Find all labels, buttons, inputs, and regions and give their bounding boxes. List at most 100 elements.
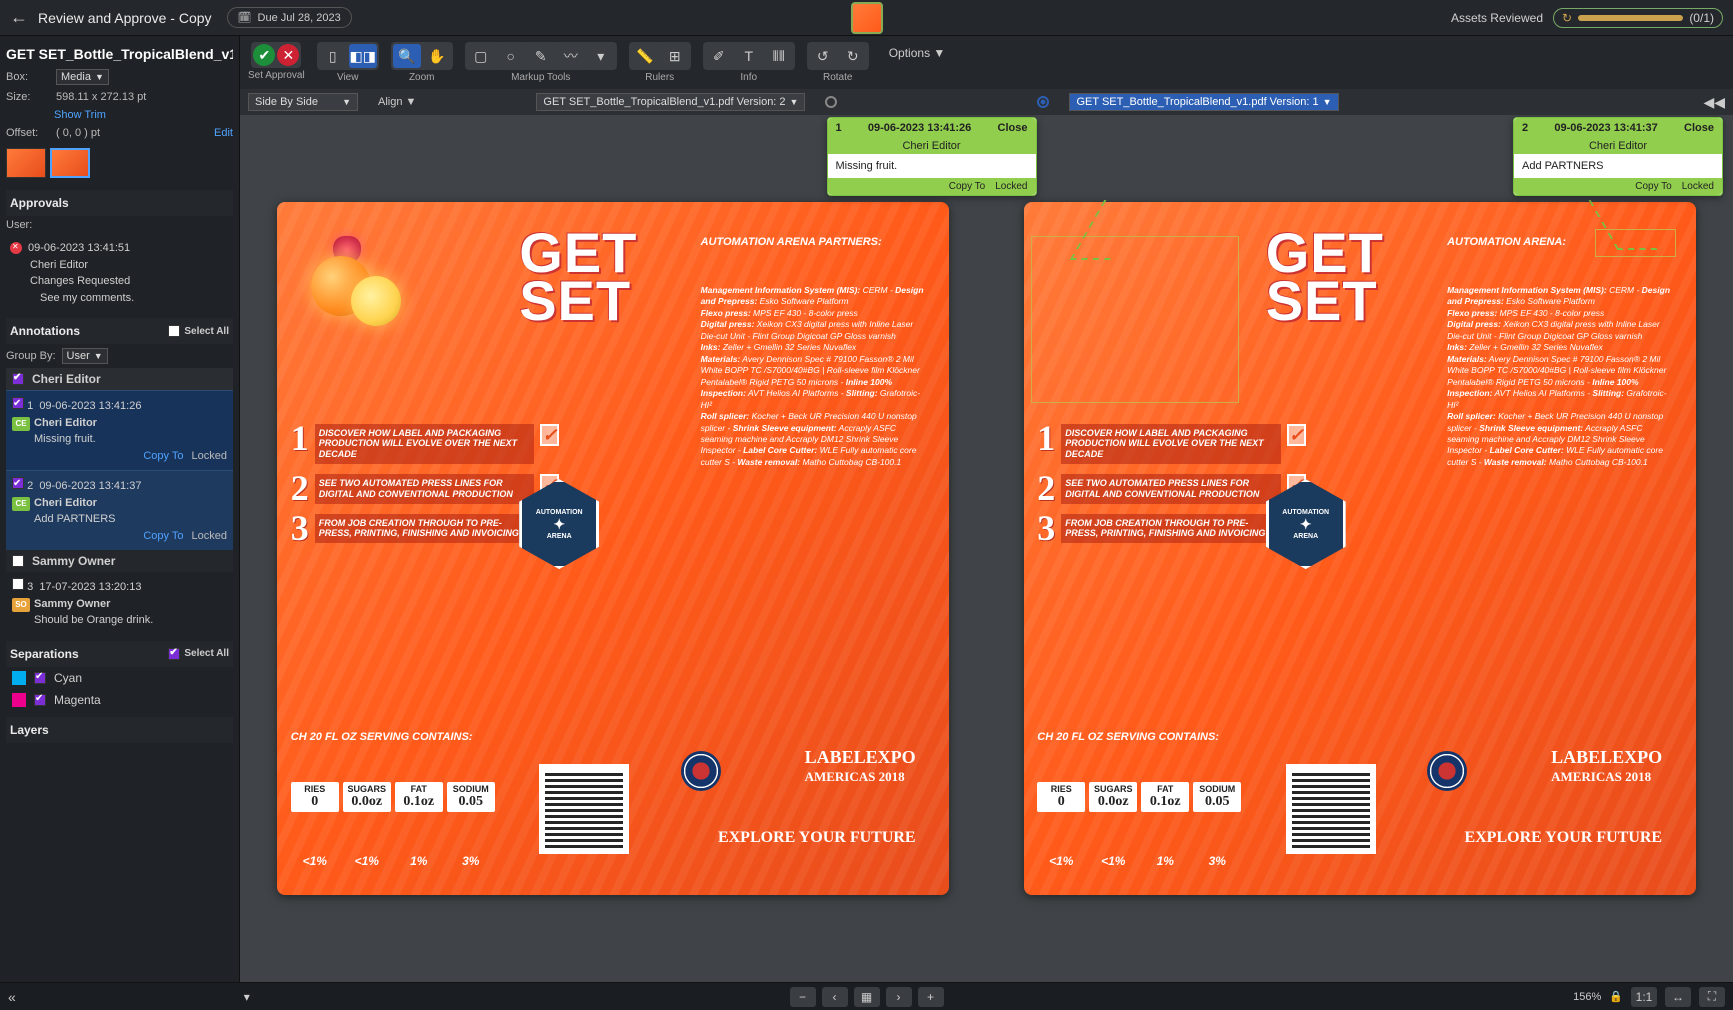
document-canvas-right[interactable]: GETSET AUTOMATION ARENA: Management Info…	[1024, 202, 1696, 896]
annotations-select-all[interactable]: Select All	[168, 325, 229, 337]
lock-icon[interactable]: 🔒	[1609, 990, 1623, 1003]
annotation-text: Add PARTNERS	[12, 511, 227, 528]
note-close-link[interactable]: Close	[998, 122, 1028, 134]
zoom-in-button[interactable]: +	[918, 987, 944, 1007]
nutrition-facts: RIES0 SUGARS0.0oz FAT0.1oz SODIUM0.05	[291, 782, 495, 812]
approval-entry[interactable]: 09-06-2023 13:41:51 Cheri Editor Changes…	[6, 234, 233, 312]
annotation-item-3[interactable]: 3 17-07-2023 13:20:13 SOSammy Owner Shou…	[6, 572, 233, 635]
back-arrow-icon[interactable]: ←	[10, 7, 28, 28]
annotation-group-user-1[interactable]: Cheri Editor	[6, 368, 233, 390]
box-label: Box:	[6, 71, 46, 83]
markup-more-button[interactable]: ▾	[587, 44, 615, 68]
reject-button[interactable]: ✕	[277, 44, 299, 66]
rotate-cw-button[interactable]: ↻	[839, 44, 867, 68]
compare-mode-select[interactable]: Side By Side▼	[248, 93, 358, 111]
separation-checkbox[interactable]	[34, 694, 46, 706]
separation-cyan[interactable]: Cyan	[6, 667, 233, 689]
thumbnail-1[interactable]	[6, 148, 46, 178]
zoom-out-button[interactable]: −	[790, 987, 816, 1007]
options-dropdown[interactable]: Options ▼	[881, 42, 954, 64]
text-info-button[interactable]: T	[735, 44, 763, 68]
rulers-label: Rulers	[645, 72, 674, 83]
right-version-select[interactable]: GET SET_Bottle_TropicalBlend_v1.pdf Vers…	[1069, 93, 1338, 111]
zoom-label: Zoom	[409, 72, 435, 83]
annotation-item-1[interactable]: 1 09-06-2023 13:41:26 CECheri Editor Mis…	[6, 390, 233, 470]
ruler-button[interactable]: 📏	[631, 44, 659, 68]
annotation-checkbox[interactable]	[12, 397, 24, 409]
user-checkbox[interactable]	[12, 555, 24, 567]
copy-to-link[interactable]: Copy To	[143, 450, 183, 462]
fit-1to1-button[interactable]: 1:1	[1631, 987, 1657, 1007]
refresh-icon[interactable]: ↻	[1562, 11, 1572, 25]
annotation-checkbox[interactable]	[12, 578, 24, 590]
note-copy-link[interactable]: Copy To	[949, 181, 986, 192]
prev-page-button[interactable]: ‹	[822, 987, 848, 1007]
serving-text: CH 20 FL OZ SERVING CONTAINS:	[1037, 731, 1219, 743]
labelexpo-logo: LABELEXPOAMERICAS 2018	[1551, 748, 1662, 784]
right-document-pane[interactable]: 209-06-2023 13:41:37Close Cheri Editor A…	[987, 115, 1733, 982]
annotation-item-2[interactable]: 2 09-06-2023 13:41:37 CECheri Editor Add…	[6, 470, 233, 550]
approve-button[interactable]: ✔	[253, 44, 275, 66]
thumbnail-2[interactable]	[50, 148, 90, 178]
fit-width-button[interactable]: ↔	[1665, 987, 1691, 1007]
page-title: Review and Approve - Copy	[38, 10, 212, 26]
show-trim-link[interactable]: Show Trim	[54, 109, 106, 121]
spec-text: Management Information System (MIS): CER…	[1447, 285, 1675, 469]
separation-magenta[interactable]: Magenta	[6, 689, 233, 711]
approval-timestamp: 09-06-2023 13:41:51	[28, 242, 130, 254]
zoom-button[interactable]: 🔍	[393, 44, 421, 68]
select-all-checkbox[interactable]	[168, 648, 180, 660]
annotation-group-user-2[interactable]: Sammy Owner	[6, 550, 233, 572]
separations-select-all[interactable]: Select All	[168, 648, 229, 660]
barcode-button[interactable]: ⦀⦀	[765, 44, 793, 68]
markup-pen-button[interactable]: ✎	[527, 44, 555, 68]
asset-thumbnail-icon[interactable]	[851, 2, 883, 34]
box-select[interactable]: Media▼	[56, 69, 109, 85]
canvas-area[interactable]: 109-06-2023 13:41:26Close Cheri Editor M…	[240, 115, 1733, 982]
align-dropdown[interactable]: Align ▼	[378, 96, 416, 108]
user-checkbox[interactable]	[12, 373, 24, 385]
expand-panel-icon[interactable]: ◀◀	[1703, 94, 1725, 111]
magenta-swatch-icon	[12, 693, 26, 707]
eyedropper-button[interactable]: ✐	[705, 44, 733, 68]
pan-button[interactable]: ✋	[423, 44, 451, 68]
compare-view-button[interactable]: ◧◨	[349, 44, 377, 68]
grid-view-button[interactable]: ▦	[854, 987, 880, 1007]
annotation-note-1[interactable]: 109-06-2023 13:41:26Close Cheri Editor M…	[827, 117, 1037, 196]
annotation-note-2[interactable]: 209-06-2023 13:41:37Close Cheri Editor A…	[1513, 117, 1723, 196]
labelexpo-logo: LABELEXPOAMERICAS 2018	[805, 748, 916, 784]
separation-checkbox[interactable]	[34, 672, 46, 684]
group-by-select[interactable]: User▼	[62, 348, 108, 364]
separations-header: Separations Select All	[6, 641, 233, 667]
highlight-box-1[interactable]	[1031, 236, 1239, 402]
progress-pill[interactable]: ↻ (0/1)	[1553, 8, 1723, 28]
select-all-checkbox[interactable]	[168, 325, 180, 337]
markup-highlight-button[interactable]: 〰	[557, 44, 585, 68]
note-copy-link[interactable]: Copy To	[1635, 181, 1672, 192]
edit-offset-link[interactable]: Edit	[214, 127, 233, 139]
next-page-button[interactable]: ›	[886, 987, 912, 1007]
left-document-pane[interactable]: 109-06-2023 13:41:26Close Cheri Editor M…	[240, 115, 987, 982]
document-name: GET SET_Bottle_TropicalBlend_v1.pdf Ver	[6, 42, 233, 66]
annotation-checkbox[interactable]	[12, 477, 24, 489]
zoom-level[interactable]: 156%	[1573, 991, 1601, 1003]
note-close-link[interactable]: Close	[1684, 122, 1714, 134]
collapse-sidebar-icon[interactable]: «	[8, 989, 16, 1005]
markup-ellipse-button[interactable]: ○	[497, 44, 525, 68]
document-canvas-left[interactable]: GETSET AUTOMATION ARENA PARTNERS: Manage…	[277, 202, 949, 896]
user-badge-so: SO	[12, 598, 30, 612]
guides-button[interactable]: ⊞	[661, 44, 689, 68]
markup-rect-button[interactable]: ▢	[467, 44, 495, 68]
single-view-button[interactable]: ▯	[319, 44, 347, 68]
fullscreen-button[interactable]: ⛶	[1699, 987, 1725, 1007]
rotate-ccw-button[interactable]: ↺	[809, 44, 837, 68]
copy-to-link[interactable]: Copy To	[143, 530, 183, 542]
left-version-select[interactable]: GET SET_Bottle_TropicalBlend_v1.pdf Vers…	[536, 93, 805, 111]
due-date-text: Due Jul 28, 2023	[258, 12, 341, 24]
right-radio[interactable]	[1037, 96, 1049, 108]
due-date-pill[interactable]: 🗓 Due Jul 28, 2023	[227, 7, 352, 28]
user-badge-ce: CE	[12, 497, 30, 511]
sidebar-caret-icon[interactable]: ▾	[244, 990, 250, 1004]
left-radio[interactable]	[825, 96, 837, 108]
user-badge-ce: CE	[12, 417, 30, 431]
